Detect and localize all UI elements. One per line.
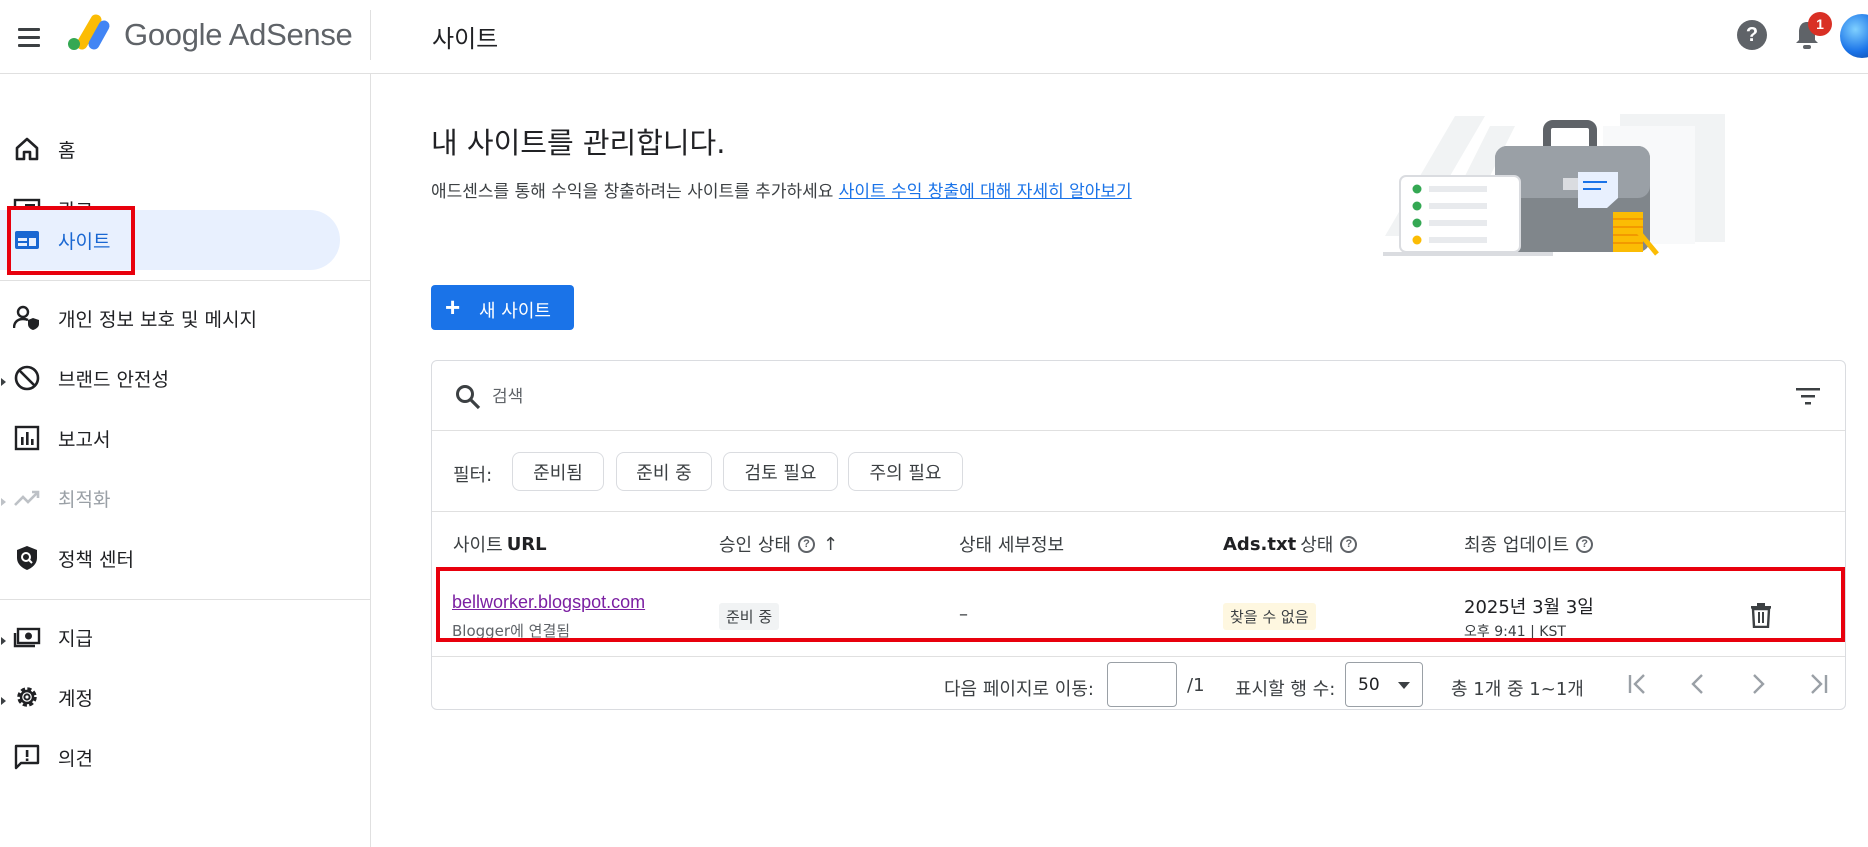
main-heading: 내 사이트를 관리합니다. xyxy=(431,126,726,160)
sidebar-item-label: 홈 xyxy=(58,139,76,162)
header-divider xyxy=(370,10,371,60)
sidebar: 홈 광고 사이트 개인 정보 보호 및 메시지 브랜드 안전성 보고서 xyxy=(0,74,371,847)
avatar[interactable] xyxy=(1840,14,1868,58)
sidebar-item-label: 정책 센터 xyxy=(58,548,134,571)
page-number-input[interactable] xyxy=(1107,662,1177,707)
goto-page-label: 다음 페이지로 이동: xyxy=(944,679,1094,700)
column-header-last-update: 최종 업데이트 ? xyxy=(1464,531,1594,557)
sites-illustration xyxy=(1383,114,1725,256)
payments-icon xyxy=(12,622,42,652)
filter-chip-getting-ready[interactable]: 준비 중 xyxy=(616,452,712,491)
block-icon xyxy=(12,363,42,393)
filter-chip-needs-review[interactable]: 검토 필요 xyxy=(723,452,838,491)
column-header-text: 상태 세부정보 xyxy=(959,535,1065,556)
rows-per-page-value: 50 xyxy=(1358,675,1380,695)
sites-table-card: 필터: 준비됨 준비 중 검토 필요 주의 필요 사이트 URL 승인 상태 ?… xyxy=(431,360,1846,710)
highlight-box-row xyxy=(436,567,1845,642)
sort-arrow-up-icon[interactable]: ↑ xyxy=(823,534,838,555)
column-header-ads-txt: Ads.txt 상태 ? xyxy=(1223,531,1358,557)
sidebar-item-policy-center[interactable]: 정책 센터 xyxy=(0,528,340,588)
help-circle-icon[interactable]: ? xyxy=(1576,535,1594,553)
total-pages-text: /1 xyxy=(1187,675,1205,696)
sidebar-item-label: 개인 정보 보호 및 메시지 xyxy=(58,308,257,331)
learn-more-link[interactable]: 사이트 수익 창출에 대해 자세히 알아보기 xyxy=(839,182,1132,202)
help-icon[interactable]: ? xyxy=(1737,20,1767,50)
last-page-icon[interactable] xyxy=(1802,669,1834,699)
first-page-icon[interactable] xyxy=(1622,669,1654,699)
column-header-approval[interactable]: 승인 상태 ? ↑ xyxy=(719,531,838,557)
policy-shield-icon xyxy=(12,543,42,573)
home-icon xyxy=(12,134,42,164)
column-header-text: 상태 xyxy=(1300,535,1334,556)
column-header-status-detail: 상태 세부정보 xyxy=(959,531,1064,557)
column-header-site-url[interactable]: 사이트 URL xyxy=(453,531,547,557)
previous-page-icon[interactable] xyxy=(1682,669,1714,699)
column-header-text: 최종 업데이트 xyxy=(1464,535,1570,556)
filter-label: 필터: xyxy=(453,465,493,486)
rows-per-page-select[interactable]: 50 xyxy=(1345,662,1423,707)
trending-up-icon xyxy=(12,483,42,513)
menu-icon[interactable] xyxy=(14,22,44,52)
top-app-bar: Google AdSense 사이트 ? 1 xyxy=(0,0,1868,74)
brand-name: Google AdSense xyxy=(124,17,353,52)
sidebar-item-home[interactable]: 홈 xyxy=(0,119,340,179)
bar-chart-icon xyxy=(12,423,42,453)
sidebar-item-label: 브랜드 안전성 xyxy=(58,368,169,391)
sidebar-item-payments[interactable]: 지급 xyxy=(0,607,340,667)
sidebar-item-label: 지급 xyxy=(58,627,93,650)
plus-icon: + xyxy=(445,292,461,322)
rows-per-page-label: 표시할 행 수: xyxy=(1235,679,1336,700)
main-description: 애드센스를 통해 수익을 창출하려는 사이트를 추가하세요 사이트 수익 창출에… xyxy=(431,177,1132,202)
sidebar-item-optimization: 최적화 xyxy=(0,468,340,528)
column-header-bold: URL xyxy=(506,533,547,555)
next-page-icon[interactable] xyxy=(1742,669,1774,699)
filter-row: 필터: 준비됨 준비 중 검토 필요 주의 필요 xyxy=(432,431,1845,512)
nav-divider xyxy=(0,599,371,600)
pagination-bar: 다음 페이지로 이동: /1 표시할 행 수: 50 총 1개 중 1~1개 xyxy=(432,657,1845,711)
sidebar-item-label: 보고서 xyxy=(58,428,111,451)
search-row xyxy=(432,361,1845,431)
highlight-box-sidebar xyxy=(7,206,135,275)
range-text: 총 1개 중 1~1개 xyxy=(1451,679,1584,700)
sidebar-item-label: 최적화 xyxy=(58,488,111,511)
dropdown-arrow-icon xyxy=(1398,682,1410,689)
new-site-label: 새 사이트 xyxy=(479,301,551,322)
filter-chip-ready[interactable]: 준비됨 xyxy=(512,452,604,491)
search-input[interactable] xyxy=(492,381,1742,413)
nav-divider xyxy=(0,280,371,281)
sidebar-item-reports[interactable]: 보고서 xyxy=(0,408,340,468)
sidebar-item-privacy[interactable]: 개인 정보 보호 및 메시지 xyxy=(0,288,340,348)
new-site-button[interactable]: + 새 사이트 xyxy=(431,285,574,330)
filter-list-icon[interactable] xyxy=(1794,385,1822,407)
help-circle-icon[interactable]: ? xyxy=(797,535,815,553)
sidebar-item-label: 계정 xyxy=(58,687,93,710)
sidebar-item-label: 의견 xyxy=(58,747,93,770)
adsense-logo-icon xyxy=(68,14,110,50)
feedback-icon xyxy=(12,742,42,772)
column-header-text: 사이트 xyxy=(453,535,503,556)
column-header-bold: Ads.txt xyxy=(1223,533,1297,555)
column-header-text: 승인 상태 xyxy=(719,535,791,556)
sidebar-item-brand-safety[interactable]: 브랜드 안전성 xyxy=(0,348,340,408)
sidebar-item-account[interactable]: 계정 xyxy=(0,667,340,727)
filter-chip-needs-attention[interactable]: 주의 필요 xyxy=(848,452,963,491)
gear-icon xyxy=(12,682,42,712)
description-text: 애드센스를 통해 수익을 창출하려는 사이트를 추가하세요 xyxy=(431,182,834,202)
page-title: 사이트 xyxy=(432,25,499,53)
sidebar-item-feedback[interactable]: 의견 xyxy=(0,727,340,787)
privacy-person-icon xyxy=(12,303,42,333)
search-icon xyxy=(456,385,481,410)
notification-badge: 1 xyxy=(1808,12,1832,36)
help-circle-icon[interactable]: ? xyxy=(1340,535,1358,553)
